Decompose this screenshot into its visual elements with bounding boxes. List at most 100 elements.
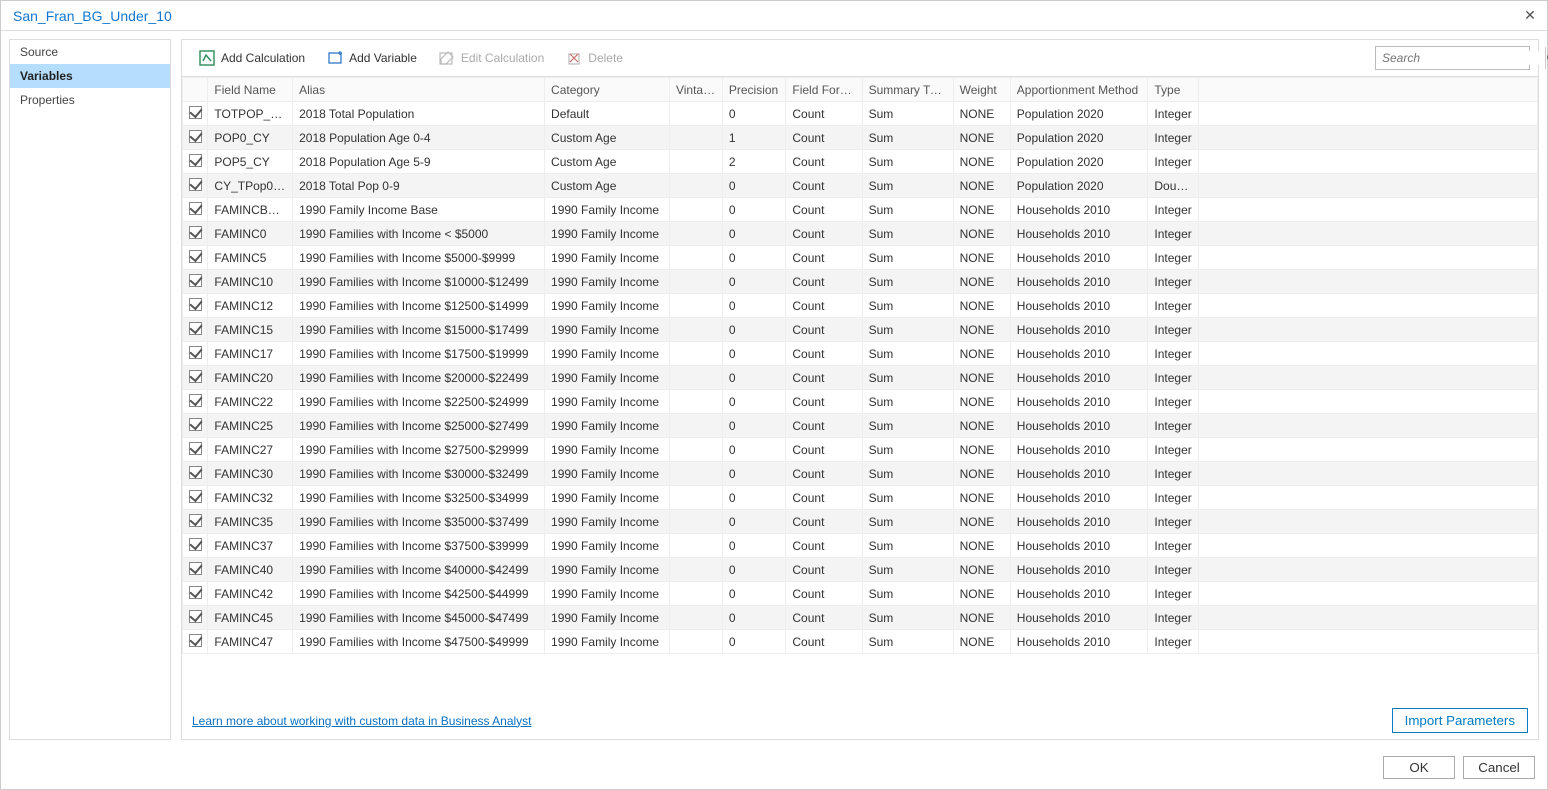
cell-summary: Sum	[862, 582, 953, 606]
table-row[interactable]: FAMINC151990 Families with Income $15000…	[183, 318, 1538, 342]
cell-vintage	[669, 318, 722, 342]
row-checkbox[interactable]	[183, 246, 208, 270]
search-field[interactable]: ▾	[1375, 46, 1530, 70]
ok-button[interactable]: OK	[1383, 756, 1455, 779]
cell-vintage	[669, 510, 722, 534]
row-checkbox[interactable]	[183, 630, 208, 654]
row-checkbox[interactable]	[183, 174, 208, 198]
row-checkbox[interactable]	[183, 150, 208, 174]
cell-apportion: Households 2010	[1010, 582, 1148, 606]
cell-weight: NONE	[953, 318, 1010, 342]
cell-apportion: Households 2010	[1010, 366, 1148, 390]
table-row[interactable]: FAMINC421990 Families with Income $42500…	[183, 582, 1538, 606]
cell-type: Integer	[1148, 294, 1199, 318]
cell-field: FAMINC25	[208, 414, 293, 438]
add-variable-button[interactable]: Add Variable	[318, 46, 426, 70]
table-row[interactable]: CY_TPop0_92018 Total Pop 0-9Custom Age0C…	[183, 174, 1538, 198]
row-checkbox[interactable]	[183, 438, 208, 462]
table-row[interactable]: POP5_CY2018 Population Age 5-9Custom Age…	[183, 150, 1538, 174]
row-checkbox[interactable]	[183, 486, 208, 510]
sidebar-item-source[interactable]: Source	[10, 40, 170, 64]
table-row[interactable]: FAMINC101990 Families with Income $10000…	[183, 270, 1538, 294]
import-parameters-button[interactable]: Import Parameters	[1392, 708, 1528, 733]
table-row[interactable]: POP0_CY2018 Population Age 0-4Custom Age…	[183, 126, 1538, 150]
table-row[interactable]: FAMINC01990 Families with Income < $5000…	[183, 222, 1538, 246]
row-checkbox[interactable]	[183, 414, 208, 438]
row-checkbox[interactable]	[183, 462, 208, 486]
column-header[interactable]: Field Format	[786, 78, 862, 102]
table-row[interactable]: FAMINC371990 Families with Income $37500…	[183, 534, 1538, 558]
cell-field: POP0_CY	[208, 126, 293, 150]
cell-apportion: Households 2010	[1010, 630, 1148, 654]
cell-field: FAMINC22	[208, 390, 293, 414]
cell-precision: 0	[722, 318, 786, 342]
cell-precision: 0	[722, 630, 786, 654]
cell-field: FAMINC37	[208, 534, 293, 558]
table-row[interactable]: FAMINC401990 Families with Income $40000…	[183, 558, 1538, 582]
row-checkbox[interactable]	[183, 342, 208, 366]
row-checkbox[interactable]	[183, 102, 208, 126]
table-row[interactable]: FAMINC121990 Families with Income $12500…	[183, 294, 1538, 318]
cell-format: Count	[786, 510, 862, 534]
column-header[interactable]: Category	[545, 78, 670, 102]
cell-vintage	[669, 174, 722, 198]
cell-alias: 1990 Families with Income $27500-$29999	[293, 438, 545, 462]
sidebar-item-properties[interactable]: Properties	[10, 88, 170, 112]
add-calculation-button[interactable]: Add Calculation	[190, 46, 314, 70]
row-checkbox[interactable]	[183, 582, 208, 606]
column-header[interactable]: Precision	[722, 78, 786, 102]
column-header[interactable]: Summary Type	[862, 78, 953, 102]
cell-field: FAMINC5	[208, 246, 293, 270]
cell-field: FAMINC17	[208, 342, 293, 366]
row-checkbox[interactable]	[183, 198, 208, 222]
learn-more-link[interactable]: Learn more about working with custom dat…	[192, 714, 532, 728]
row-checkbox[interactable]	[183, 606, 208, 630]
column-header[interactable]: Alias	[293, 78, 545, 102]
row-checkbox[interactable]	[183, 558, 208, 582]
cell-precision: 0	[722, 270, 786, 294]
row-checkbox[interactable]	[183, 534, 208, 558]
column-header[interactable]: Field Name	[208, 78, 293, 102]
table-row[interactable]: FAMINCBASE1990 Family Income Base1990 Fa…	[183, 198, 1538, 222]
row-checkbox[interactable]	[183, 366, 208, 390]
table-row[interactable]: FAMINC451990 Families with Income $45000…	[183, 606, 1538, 630]
table-row[interactable]: FAMINC51990 Families with Income $5000-$…	[183, 246, 1538, 270]
cell-summary: Sum	[862, 390, 953, 414]
row-checkbox[interactable]	[183, 126, 208, 150]
cell-vintage	[669, 390, 722, 414]
column-header[interactable]	[1199, 78, 1538, 102]
column-header[interactable]	[183, 78, 208, 102]
search-input[interactable]	[1376, 51, 1545, 65]
cancel-button[interactable]: Cancel	[1463, 756, 1535, 779]
column-header[interactable]: Apportionment Method	[1010, 78, 1148, 102]
table-row[interactable]: FAMINC171990 Families with Income $17500…	[183, 342, 1538, 366]
column-header[interactable]: Vintage	[669, 78, 722, 102]
column-header[interactable]: Weight	[953, 78, 1010, 102]
table-row[interactable]: FAMINC271990 Families with Income $27500…	[183, 438, 1538, 462]
edit-calculation-button: Edit Calculation	[430, 46, 553, 70]
cell-apportion: Households 2010	[1010, 222, 1148, 246]
column-header[interactable]: Type	[1148, 78, 1199, 102]
row-checkbox[interactable]	[183, 390, 208, 414]
close-icon[interactable]: ✕	[1521, 7, 1539, 24]
table-row[interactable]: FAMINC301990 Families with Income $30000…	[183, 462, 1538, 486]
row-checkbox[interactable]	[183, 294, 208, 318]
variables-grid[interactable]: Field NameAliasCategoryVintagePrecisionF…	[182, 76, 1538, 702]
table-row[interactable]: FAMINC201990 Families with Income $20000…	[183, 366, 1538, 390]
table-row[interactable]: TOTPOP_CY2018 Total PopulationDefault0Co…	[183, 102, 1538, 126]
row-checkbox[interactable]	[183, 222, 208, 246]
row-checkbox[interactable]	[183, 270, 208, 294]
table-row[interactable]: FAMINC351990 Families with Income $35000…	[183, 510, 1538, 534]
sidebar-item-variables[interactable]: Variables	[10, 64, 170, 88]
table-row[interactable]: FAMINC321990 Families with Income $32500…	[183, 486, 1538, 510]
table-row[interactable]: FAMINC471990 Families with Income $47500…	[183, 630, 1538, 654]
row-checkbox[interactable]	[183, 318, 208, 342]
cell-category: 1990 Family Income	[545, 294, 670, 318]
cell-type: Integer	[1148, 606, 1199, 630]
cell-format: Count	[786, 294, 862, 318]
table-row[interactable]: FAMINC251990 Families with Income $25000…	[183, 414, 1538, 438]
cell-summary: Sum	[862, 462, 953, 486]
table-row[interactable]: FAMINC221990 Families with Income $22500…	[183, 390, 1538, 414]
cell-type: Integer	[1148, 102, 1199, 126]
row-checkbox[interactable]	[183, 510, 208, 534]
